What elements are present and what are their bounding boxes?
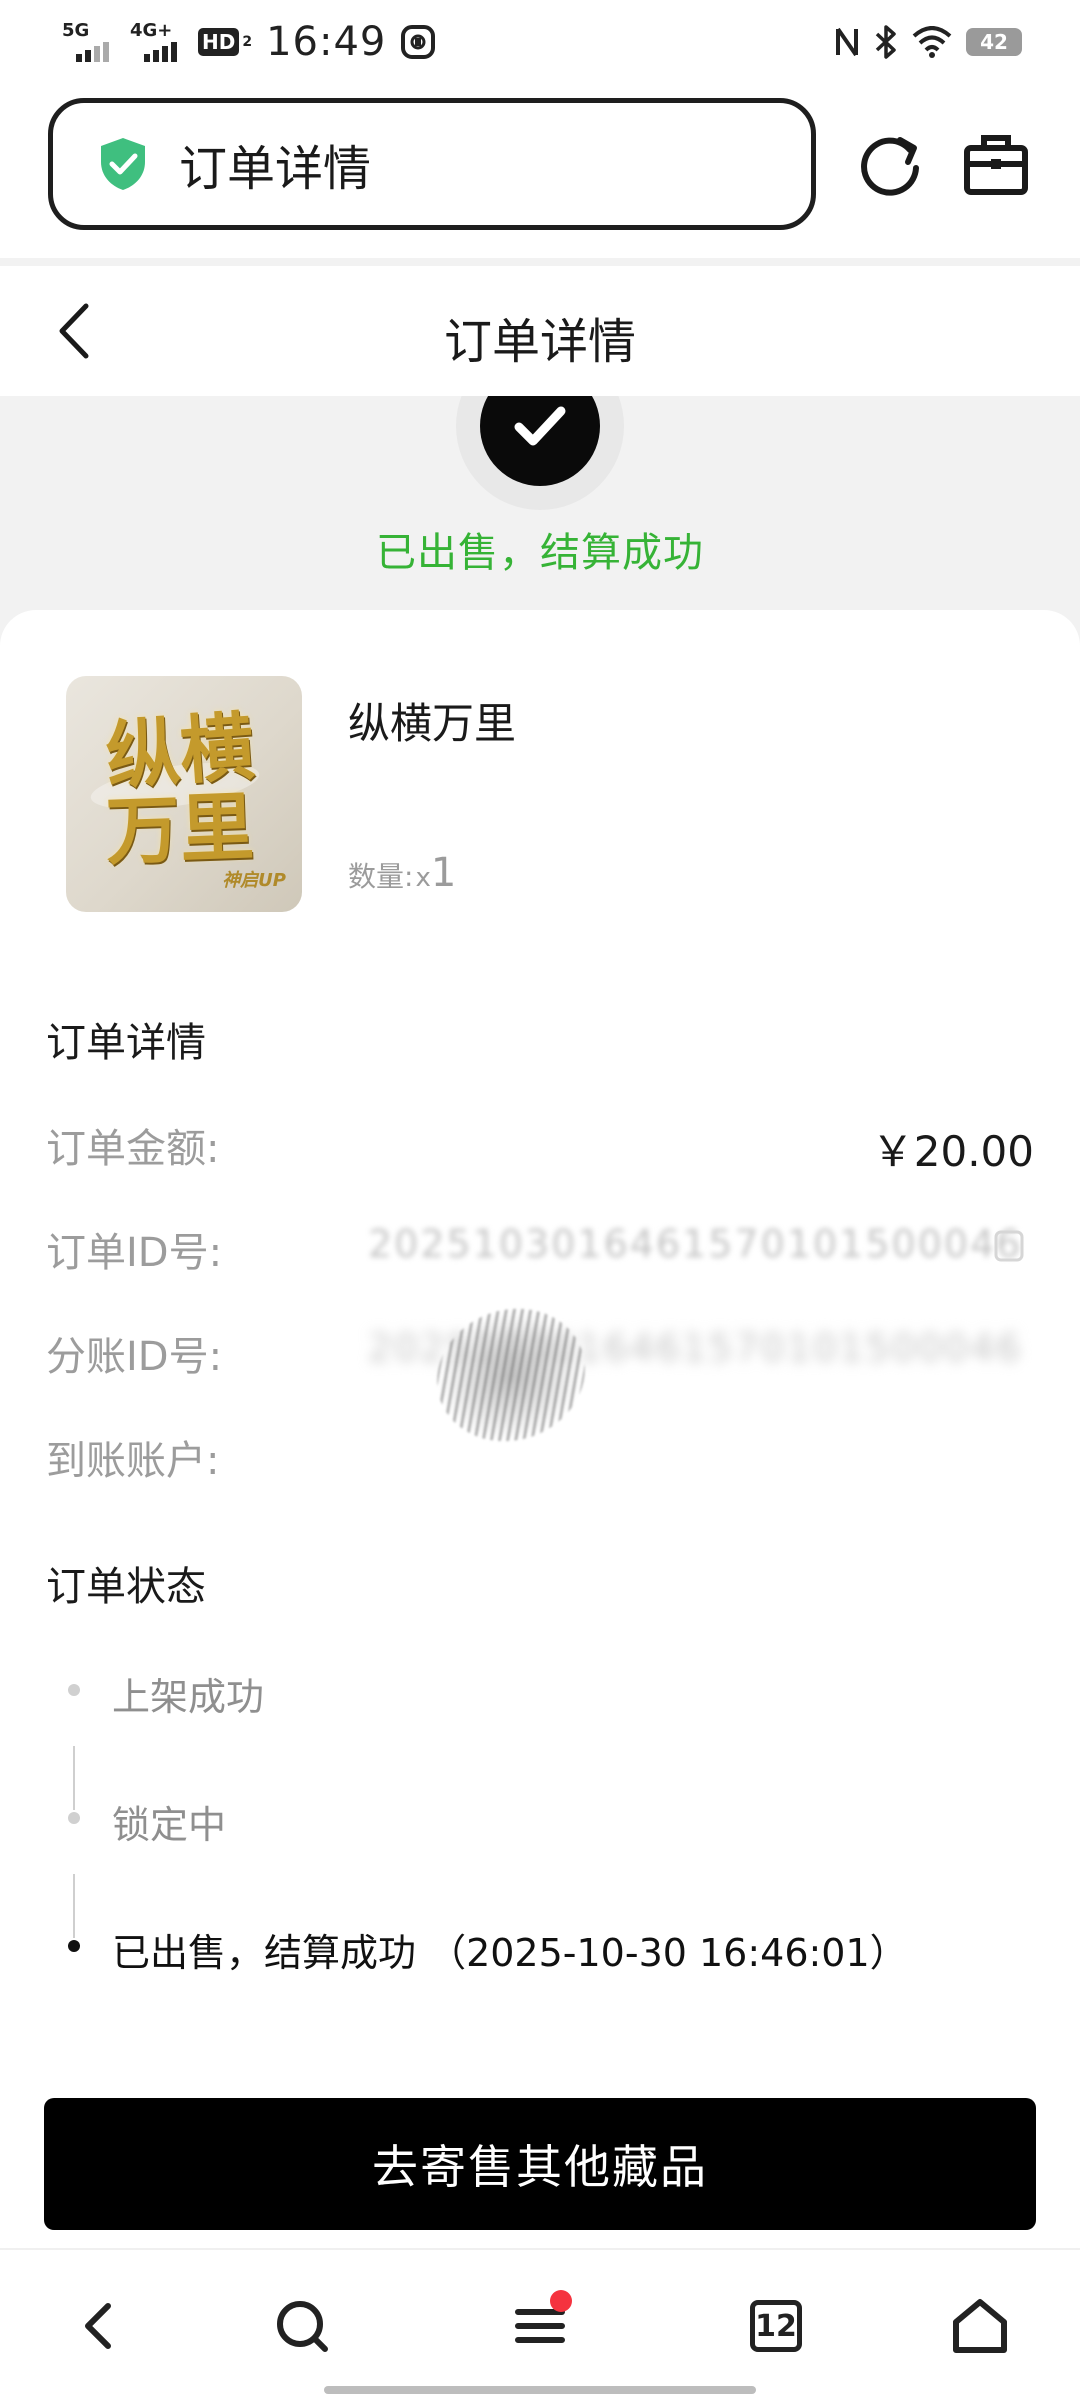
consign-other-items-button[interactable]: 去寄售其他藏品 bbox=[44, 2098, 1036, 2230]
timeline-step: 上架成功 bbox=[112, 1675, 265, 1719]
search-icon bbox=[277, 2301, 328, 2352]
amount-label: 订单金额: bbox=[46, 1126, 220, 1172]
timeline-dot bbox=[68, 1684, 80, 1696]
page: 5G 4G+ HD 2 16:49 42 订单详情 订单详情 已出售，结算成功 … bbox=[0, 0, 1080, 2400]
nav-tabs-button[interactable]: 12 bbox=[740, 2290, 812, 2362]
order-details-title: 订单详情 bbox=[46, 1020, 206, 1066]
address-bar-title: 订单详情 bbox=[179, 141, 372, 197]
toolbox-button[interactable] bbox=[960, 128, 1032, 200]
nfc-icon bbox=[836, 27, 858, 57]
reload-button[interactable] bbox=[856, 128, 928, 200]
browser-bottom-nav: 12 bbox=[0, 2248, 1080, 2400]
toolbox-icon bbox=[964, 135, 1028, 195]
copy-order-id-icon[interactable] bbox=[990, 1226, 1028, 1266]
status-banner-text: 已出售，结算成功 bbox=[376, 530, 704, 576]
timeline-step-active: 已出售，结算成功 （2025-10-30 16:46:01） bbox=[112, 1931, 908, 1975]
timeline-dot bbox=[68, 1812, 80, 1824]
signal-4g-tag: 4G+ bbox=[130, 20, 173, 41]
quantity-label: 数量: bbox=[348, 860, 414, 893]
nav-home-button[interactable] bbox=[944, 2290, 1016, 2362]
status-bar-left: 5G 4G+ HD 2 16:49 bbox=[62, 18, 436, 66]
page-title: 订单详情 bbox=[443, 314, 636, 370]
signal-5g-icon: 5G bbox=[62, 22, 116, 62]
chevron-left-icon bbox=[85, 2303, 111, 2349]
quantity-value: 1 bbox=[430, 850, 457, 896]
timeline-step: 锁定中 bbox=[112, 1803, 227, 1847]
order-card: 纵横 万里 神启UP 纵横万里 数量: x 1 订单详情 订单金额: ￥20.0… bbox=[0, 610, 1080, 2260]
vpn-icon bbox=[401, 25, 436, 59]
bluetooth-icon bbox=[875, 25, 896, 59]
hd-voice-icon: HD 2 bbox=[198, 28, 252, 56]
tab-count-icon: 12 bbox=[750, 2300, 802, 2352]
clock: 16:49 bbox=[266, 19, 387, 65]
split-id-label: 分账ID号: bbox=[46, 1334, 223, 1380]
status-bar: 5G 4G+ HD 2 16:49 42 bbox=[0, 0, 1080, 84]
browser-toolbar: 订单详情 bbox=[0, 84, 1080, 260]
security-shield-icon bbox=[101, 138, 145, 190]
nav-menu-button[interactable] bbox=[504, 2290, 576, 2362]
timeline-connector bbox=[73, 1746, 75, 1810]
amount-value: ￥20.00 bbox=[871, 1127, 1034, 1176]
thumbnail-text-line1: 纵横 bbox=[103, 703, 257, 801]
order-id-value: 2025103016461570101500046 bbox=[368, 1222, 1023, 1266]
account-label: 到账账户: bbox=[46, 1438, 220, 1484]
hd-sub: 2 bbox=[242, 34, 253, 50]
order-status-title: 订单状态 bbox=[46, 1564, 206, 1610]
quantity-x: x bbox=[415, 863, 431, 893]
wifi-icon bbox=[912, 26, 952, 58]
notification-dot bbox=[550, 2290, 572, 2312]
toolbar-divider bbox=[0, 258, 1080, 266]
nav-search-button[interactable] bbox=[266, 2290, 338, 2362]
timeline-dot-active bbox=[68, 1940, 80, 1952]
nav-back-button[interactable] bbox=[64, 2290, 136, 2362]
battery-level: 42 bbox=[980, 30, 1008, 54]
thumbnail-text-line2: 万里 bbox=[104, 784, 256, 876]
home-icon bbox=[953, 2299, 1007, 2353]
thumbnail-signature: 神启UP bbox=[222, 870, 286, 891]
hd-label: HD bbox=[198, 28, 240, 56]
signal-5g-tag: 5G bbox=[62, 20, 90, 41]
product-name: 纵横万里 bbox=[348, 699, 517, 748]
address-bar[interactable]: 订单详情 bbox=[48, 98, 816, 230]
battery-icon: 42 bbox=[966, 28, 1022, 56]
signal-4g-icon: 4G+ bbox=[130, 22, 184, 62]
page-header: 订单详情 bbox=[0, 266, 1080, 396]
order-id-label: 订单ID号: bbox=[46, 1230, 223, 1276]
home-indicator[interactable] bbox=[324, 2386, 756, 2394]
status-bar-right: 42 bbox=[834, 20, 1022, 64]
redaction-smudge bbox=[418, 1288, 604, 1462]
product-quantity: 数量: x 1 bbox=[348, 850, 456, 896]
product-thumbnail[interactable]: 纵横 万里 神启UP bbox=[66, 676, 302, 912]
reload-icon bbox=[861, 137, 919, 196]
timeline-connector bbox=[73, 1874, 75, 1938]
